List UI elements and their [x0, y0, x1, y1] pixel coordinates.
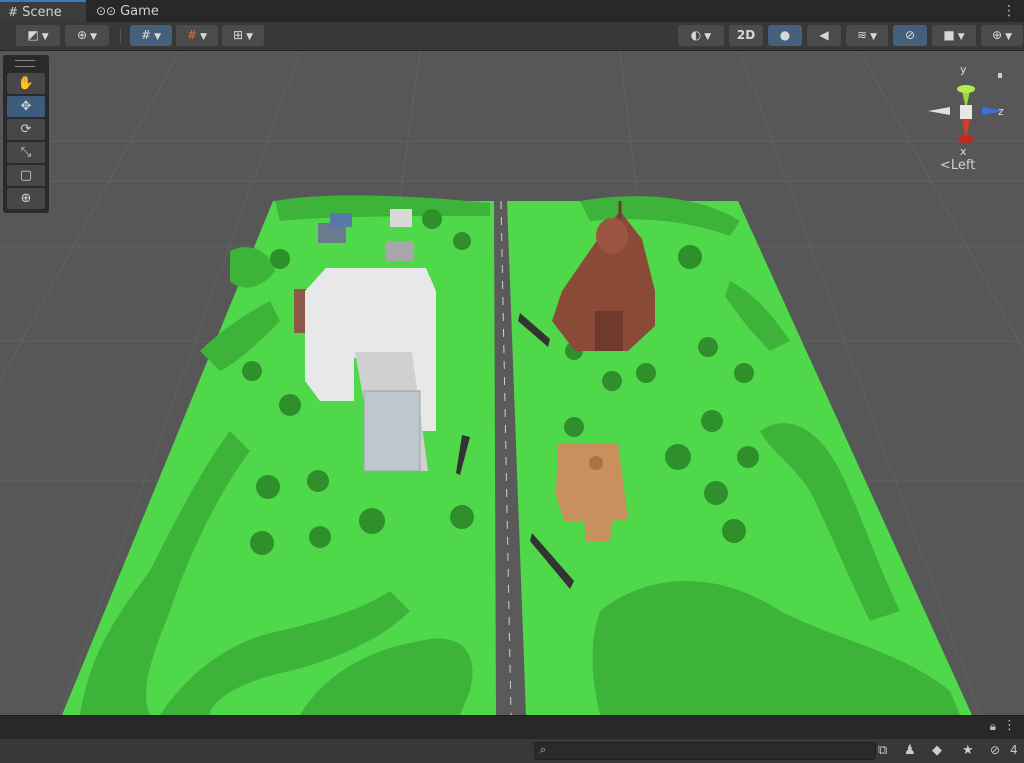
gizmos-dropdown[interactable]: ⊕ ▼: [981, 25, 1023, 46]
audio-icon: ◀: [819, 28, 829, 42]
lightbulb-icon: ●: [779, 28, 791, 42]
tab-scene[interactable]: # Scene: [0, 0, 86, 22]
grid-icon: #: [8, 5, 19, 19]
search-icon: ⌕: [540, 743, 547, 756]
toolbar-divider: [120, 28, 121, 44]
grid-snap-icon: #: [141, 28, 152, 42]
more-options-icon[interactable]: ⋮: [1003, 718, 1016, 733]
favorites-star-icon[interactable]: ★: [962, 743, 974, 758]
effects-dropdown[interactable]: ≋ ▼: [846, 25, 888, 46]
audio-toggle-button[interactable]: ◀: [807, 25, 841, 46]
drag-handle[interactable]: [15, 60, 35, 67]
rect-tool-button[interactable]: ▢: [7, 165, 45, 186]
transform-icon: ⊕: [20, 191, 32, 206]
chevron-down-icon: ▼: [154, 32, 161, 42]
gizmo-center[interactable]: [960, 105, 972, 119]
hidden-eye-icon: ⊘: [904, 28, 916, 42]
effects-icon: ≋: [857, 28, 868, 42]
gizmo-x-label: x: [960, 145, 967, 158]
globe-icon: ⊕: [77, 28, 88, 42]
project-search-bar: ⌕ ⧉ ♟ ◆ ★ ⊘ 4: [0, 739, 1024, 763]
global-local-dropdown[interactable]: ⊕ ▼: [65, 25, 109, 46]
gizmo-neg-z-axis[interactable]: [928, 107, 950, 115]
rotate-tool-button[interactable]: ⟳: [7, 119, 45, 140]
chevron-down-icon: ▼: [41, 32, 49, 42]
tab-bar: # Scene ⊙⊙ Game ⋮: [0, 0, 1024, 22]
view-arrow: <: [940, 158, 951, 173]
orientation-gizmo[interactable]: y z x: [924, 59, 1014, 159]
chevron-down-icon: ▼: [90, 32, 97, 42]
lock-icon[interactable]: 🔒︎: [990, 719, 996, 734]
hand-icon: ✋: [17, 76, 35, 91]
ruler-dropdown[interactable]: ⊞ ▼: [222, 25, 264, 46]
hand-tool-button[interactable]: ✋: [7, 73, 45, 94]
panel-divider-bar: 🔒︎ ⋮: [0, 715, 1024, 740]
grid-snap-dropdown[interactable]: # ▼: [130, 25, 172, 46]
shading-mode-dropdown[interactable]: ◐ ▼: [678, 25, 724, 46]
gizmo-lock[interactable]: [998, 73, 1002, 78]
search-input[interactable]: ⌕: [534, 742, 876, 760]
draw-mode-dropdown[interactable]: ◩ ▼: [16, 25, 60, 46]
scene-visibility-button[interactable]: ⊘: [893, 25, 927, 46]
chevron-down-icon: ▼: [1005, 32, 1012, 42]
lighting-toggle-button[interactable]: ●: [768, 25, 802, 46]
scene-viewport[interactable]: ✋ ✥ ⟳ ⤡ ▢ ⊕ y z x <Left: [0, 51, 1024, 715]
gamepad-icon: ⊙⊙: [96, 4, 117, 18]
more-options-icon[interactable]: ⋮: [1002, 0, 1016, 22]
2d-toggle-button[interactable]: 2D: [729, 25, 763, 46]
scale-icon: ⤡: [20, 145, 32, 160]
chevron-down-icon: ▼: [704, 32, 712, 42]
scene-toolbar: ◩ ▼ ⊕ ▼ # ▼ # ▼ ⊞ ▼ ◐ ▼ 2D ● ◀ ≋ ▼ ⊘ ■ ▼ ⊕ ▼: [0, 22, 1024, 51]
draw-mode-icon: ◩: [27, 28, 39, 42]
gizmos-icon: ⊕: [992, 28, 1003, 42]
view-name: Left: [950, 158, 976, 173]
label-icon[interactable]: ◆: [932, 743, 942, 758]
rotate-icon: ⟳: [20, 122, 32, 137]
chevron-down-icon: ▼: [246, 32, 253, 42]
increment-snap-dropdown[interactable]: # ▼: [176, 25, 218, 46]
tab-game-label: Game: [120, 4, 159, 19]
camera-icon: ■: [943, 28, 955, 42]
camera-dropdown[interactable]: ■ ▼: [932, 25, 976, 46]
hidden-packages-count: 4: [1010, 743, 1018, 757]
transform-tool-button[interactable]: ⊕: [7, 188, 45, 209]
move-icon: ✥: [20, 99, 32, 114]
search-by-type-icon[interactable]: ⧉: [878, 743, 887, 758]
scale-tool-button[interactable]: ⤡: [7, 142, 45, 163]
tab-scene-label: Scene: [22, 5, 62, 20]
move-tool-button[interactable]: ✥: [7, 96, 45, 117]
gizmo-y-label: y: [960, 63, 967, 76]
ruler-icon: ⊞: [233, 28, 244, 42]
chevron-down-icon: ▼: [957, 32, 965, 42]
hidden-packages-icon[interactable]: ⊘: [990, 743, 1000, 757]
gizmo-z-label: z: [998, 105, 1004, 118]
tools-overlay: ✋ ✥ ⟳ ⤡ ▢ ⊕: [3, 55, 49, 213]
rect-icon: ▢: [19, 168, 33, 183]
chevron-down-icon: ▼: [200, 32, 207, 42]
shading-icon: ◐: [690, 28, 702, 42]
tab-game[interactable]: ⊙⊙ Game: [94, 0, 164, 22]
chevron-down-icon: ▼: [870, 32, 877, 42]
increment-snap-icon: #: [187, 28, 198, 42]
filter-by-type-icon[interactable]: ♟: [904, 743, 916, 758]
view-label[interactable]: <Left: [940, 158, 975, 173]
scene-render: [0, 51, 1024, 715]
